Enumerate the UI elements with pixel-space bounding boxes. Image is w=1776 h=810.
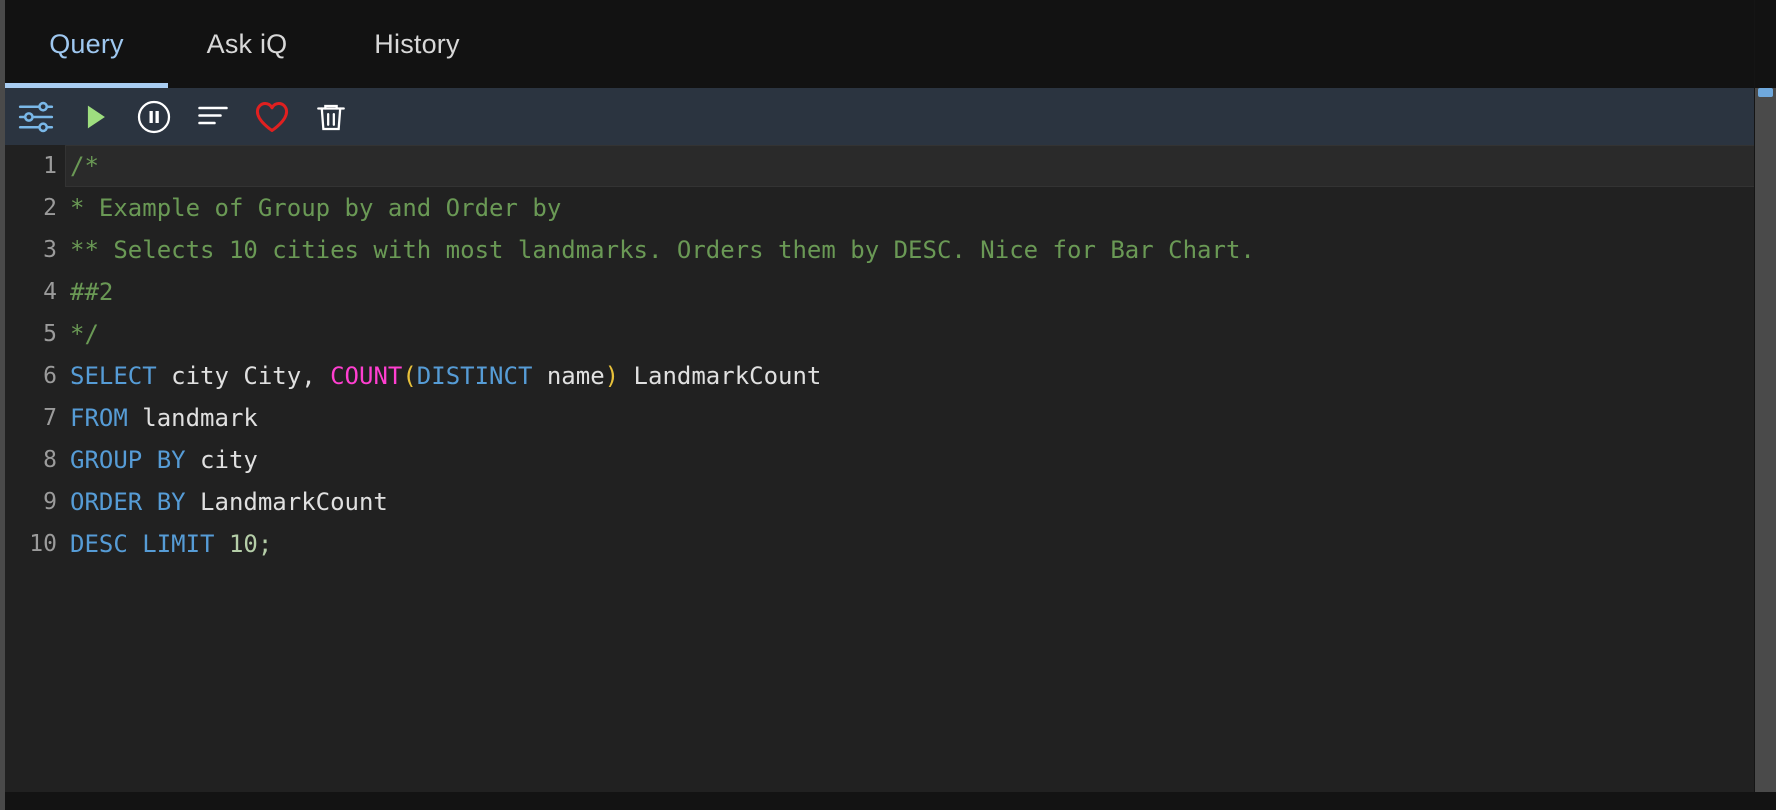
- line-number: 6: [43, 363, 57, 389]
- token-keyword: FROM: [70, 404, 128, 432]
- code-line[interactable]: 1 /*: [10, 145, 1755, 187]
- code-editor[interactable]: 1 /* 2 * Example of Group by and Order by 3 *…: [10, 145, 1755, 792]
- token-keyword: SELECT: [70, 362, 157, 390]
- line-number: 2: [43, 195, 57, 221]
- format-query-button[interactable]: [192, 96, 234, 138]
- run-query-button[interactable]: [74, 96, 116, 138]
- query-editor-panel: Query Ask iQ History 1 /* 2 * Example of…: [0, 0, 1776, 810]
- vertical-scrollbar-thumb[interactable]: [1758, 88, 1773, 97]
- code-line[interactable]: 7 FROM landmark: [10, 397, 1755, 439]
- tab-bar: Query Ask iQ History: [5, 0, 1776, 88]
- tab-ask-iq-label: Ask iQ: [206, 28, 288, 59]
- code-line[interactable]: 6 SELECT city City, COUNT(DISTINCT name) …: [10, 355, 1755, 397]
- line-number: 10: [29, 531, 57, 557]
- favorite-button[interactable]: [251, 96, 293, 138]
- pause-query-button[interactable]: [133, 96, 175, 138]
- code-line[interactable]: 9 ORDER BY LandmarkCount: [10, 481, 1755, 523]
- settings-button[interactable]: [15, 96, 57, 138]
- line-number: 9: [43, 489, 57, 515]
- pause-circle-icon: [136, 99, 172, 135]
- line-number: 4: [43, 279, 57, 305]
- code-editor-content[interactable]: 1 /* 2 * Example of Group by and Order by 3 *…: [10, 145, 1755, 792]
- tab-ask-iq[interactable]: Ask iQ: [168, 0, 326, 88]
- code-line-text: SELECT city City, COUNT(DISTINCT name) L…: [65, 355, 1755, 397]
- token-comment: */: [70, 320, 99, 348]
- token-keyword: ORDER BY: [70, 488, 186, 516]
- token-comment: ** Selects 10 cities with most landmarks…: [70, 236, 1255, 264]
- code-line[interactable]: 3 ** Selects 10 cities with most landmark…: [10, 229, 1755, 271]
- code-line[interactable]: 4 ##2: [10, 271, 1755, 313]
- token-plain: city: [185, 446, 258, 474]
- tab-history[interactable]: History: [326, 0, 508, 88]
- code-line-text: ORDER BY LandmarkCount: [65, 481, 1755, 523]
- code-line-text: FROM landmark: [65, 397, 1755, 439]
- token-keyword: DESC LIMIT: [70, 530, 215, 558]
- delete-button[interactable]: [310, 96, 352, 138]
- format-lines-icon: [195, 99, 231, 135]
- editor-toolbar: [5, 88, 1776, 145]
- code-line-text: ** Selects 10 cities with most landmarks…: [65, 229, 1755, 271]
- token-paren: ): [604, 362, 620, 390]
- line-number: 3: [43, 237, 57, 263]
- token-comment: /*: [70, 152, 99, 180]
- tab-query-label: Query: [49, 28, 124, 59]
- token-plain: landmark: [127, 404, 258, 432]
- token-plain: LandmarkCount: [619, 362, 822, 390]
- token-keyword: GROUP BY: [70, 446, 186, 474]
- token-func: COUNT: [330, 362, 403, 390]
- line-number: 5: [43, 321, 57, 347]
- token-comment: ##2: [70, 278, 114, 306]
- line-number: 1: [43, 153, 57, 179]
- tab-history-label: History: [374, 28, 460, 59]
- token-paren: (: [402, 362, 417, 390]
- code-line-text: ##2: [65, 271, 1755, 313]
- token-plain: city City,: [156, 362, 331, 390]
- tab-query[interactable]: Query: [5, 0, 168, 88]
- settings-sliders-icon: [17, 98, 55, 136]
- line-number: 8: [43, 447, 57, 473]
- bottom-bar: [5, 792, 1776, 810]
- token-plain: LandmarkCount: [185, 488, 388, 516]
- code-line[interactable]: 8 GROUP BY city: [10, 439, 1755, 481]
- code-line[interactable]: 2 * Example of Group by and Order by: [10, 187, 1755, 229]
- token-keyword: DISTINCT: [416, 362, 533, 390]
- trash-icon: [314, 100, 348, 134]
- token-number: 10;: [228, 530, 273, 558]
- code-line-text: * Example of Group by and Order by: [65, 187, 1755, 229]
- token-plain: name: [532, 362, 605, 390]
- code-line-text: DESC LIMIT 10;: [65, 523, 1755, 565]
- code-line[interactable]: 10 DESC LIMIT 10;: [10, 523, 1755, 565]
- code-line-text: */: [65, 313, 1755, 355]
- vertical-scrollbar[interactable]: [1755, 88, 1776, 792]
- code-line-text: /*: [65, 145, 1755, 187]
- heart-icon: [253, 98, 291, 136]
- code-line-text: GROUP BY city: [65, 439, 1755, 481]
- token-comment: * Example of Group by and Order by: [70, 194, 562, 222]
- code-line[interactable]: 5 */: [10, 313, 1755, 355]
- line-number: 7: [43, 405, 57, 431]
- play-icon: [78, 100, 112, 134]
